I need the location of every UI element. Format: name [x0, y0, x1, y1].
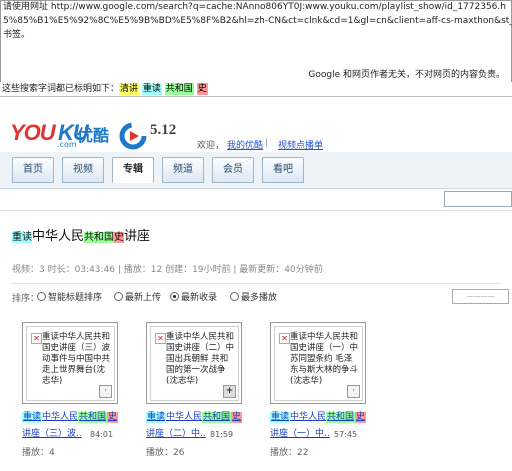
video-plays: 播放：26 — [146, 445, 184, 458]
radio-icon[interactable] — [230, 292, 239, 301]
search-term-highlight: 清讲 — [119, 83, 140, 95]
video-thumbnail[interactable]: ✕ 重读中华人民共和国史讲座（三）波动事件与中国中共走上世界舞台(沈志华) · — [22, 322, 118, 404]
plays-label: 播放： — [270, 448, 298, 458]
video-title-link[interactable]: 重读中华人民共和国史 — [22, 411, 119, 423]
video-duration: 57:45 — [334, 430, 358, 439]
broken-image-icon: ✕ — [155, 333, 166, 344]
tab-kanba[interactable]: 看吧 — [262, 157, 304, 183]
my-youku-link[interactable]: 我的优酷 — [227, 138, 263, 151]
title-text: 讲座（三）波.. — [22, 429, 82, 439]
title-highlight: 重读 — [146, 412, 167, 423]
view-select[interactable]: ———— — [452, 289, 509, 304]
sort-option-label: 智能标题排序 — [48, 293, 103, 303]
video-title-link-line2[interactable]: 讲座（一）中.. — [270, 428, 330, 440]
welcome-text: 欢迎， — [197, 141, 225, 151]
thumbnail-frame: ✕ 重读中华人民共和国史讲座（二）中国出兵朝鲜 共和国的第一次战争(沈志华) + — [150, 326, 239, 401]
video-title-link-line2[interactable]: 讲座（三）波.. — [22, 428, 82, 440]
search-term-highlight: 史 — [196, 83, 208, 95]
tab-channel[interactable]: 频道 — [162, 157, 204, 183]
sort-latest-added[interactable]: 最新收录 — [170, 290, 217, 303]
header-separator: | — [265, 138, 269, 148]
title-highlight: 共和国 — [202, 412, 232, 423]
plays-count: 22 — [297, 448, 309, 458]
youku-logo-you[interactable]: YOU — [10, 120, 56, 146]
add-to-playlist-icon[interactable]: + — [223, 385, 236, 398]
title-highlight: 共和国 — [78, 412, 108, 423]
video-thumbnail[interactable]: ✕ 重读中华人民共和国史讲座（二）中国出兵朝鲜 共和国的第一次战争(沈志华) + — [146, 322, 242, 404]
thumbnail-alt-text: 重读中华人民共和国史讲座（一）中苏同盟条约 毛泽东与斯大林的争斗(沈志华) — [290, 332, 359, 386]
divider — [12, 283, 500, 284]
youku-logo-domain: .com — [57, 140, 77, 149]
tab-home[interactable]: 首页 — [12, 157, 54, 183]
title-text: 中华人民 — [42, 412, 79, 422]
tab-playlist[interactable]: 专辑 — [112, 157, 154, 183]
thumbnail-frame: ✕ 重读中华人民共和国史讲座（三）波动事件与中国中共走上世界舞台(沈志华) · — [26, 326, 115, 401]
video-duration: 81:59 — [210, 430, 234, 439]
radio-checked-icon[interactable] — [170, 292, 179, 301]
radio-icon[interactable] — [114, 292, 123, 301]
sort-label: 排序： — [12, 294, 40, 304]
title-highlight: 史 — [107, 412, 119, 423]
thumbnail-corner-icon[interactable]: · — [347, 385, 360, 398]
video-plays: 播放：22 — [270, 445, 308, 458]
video-plays: 播放：4 — [22, 445, 55, 458]
cache-url-line[interactable]: 5%85%B1%E5%92%8C%E5%9B%BD%E5%8F%B2&hl=zh… — [3, 16, 512, 27]
title-highlight: 史 — [114, 232, 125, 243]
thumbnail-corner-icon[interactable]: · — [99, 385, 112, 398]
playlist-meta: 视频：3 时长：03:43:46 | 播放：12 创建：19小时前 | 最新更新… — [12, 265, 323, 275]
search-input[interactable] — [444, 191, 512, 207]
video-title-link[interactable]: 重读中华人民共和国史 — [146, 411, 243, 423]
title-highlight: 史 — [355, 412, 367, 423]
title-highlight: 共和国 — [84, 232, 115, 243]
title-text: 中华人民 — [166, 412, 203, 422]
title-highlight: 共和国 — [326, 412, 356, 423]
title-text: 讲座（二）中.. — [146, 429, 206, 439]
title-highlight: 重读 — [22, 412, 43, 423]
title-highlight: 重读 — [12, 232, 32, 243]
cache-disclaimer: Google 和网页作者无关，不对网页的内容负责。 — [308, 70, 505, 80]
broken-image-icon: ✕ — [279, 333, 290, 344]
thumbnail-alt-text: 重读中华人民共和国史讲座（二）中国出兵朝鲜 共和国的第一次战争(沈志华) — [166, 332, 235, 386]
search-term-highlight: 重读 — [141, 83, 162, 95]
plays-count: 26 — [173, 448, 185, 458]
sort-option-label: 最多播放 — [241, 293, 278, 303]
sort-smart-title[interactable]: 智能标题排序 — [37, 290, 102, 303]
broken-image-icon: ✕ — [31, 333, 42, 344]
youku-swirl-icon — [119, 122, 147, 150]
plays-label: 播放： — [146, 448, 174, 458]
cache-url-line[interactable]: 请使用网址 http://www.google.com/search?q=cac… — [3, 2, 506, 13]
tab-member[interactable]: 会员 — [212, 157, 254, 183]
sort-option-label: 最新收录 — [181, 293, 218, 303]
radio-icon[interactable] — [37, 292, 46, 301]
sort-latest-upload[interactable]: 最新上传 — [114, 290, 161, 303]
plays-label: 播放： — [22, 448, 50, 458]
title-highlight: 重读 — [270, 412, 291, 423]
video-title-link-line2[interactable]: 讲座（二）中.. — [146, 428, 206, 440]
search-term-highlight: 共和国 — [164, 83, 194, 95]
search-terms-note: 这些搜索字词都已标明如下：清讲 重读 共和国 史 — [2, 83, 208, 95]
youku-logo-chinese[interactable]: 优酷 — [77, 122, 109, 146]
search-terms-strip: 这些搜索字词都已标明如下：清讲 重读 共和国 史 — [0, 82, 512, 97]
cache-bookmark-note: 书签。 — [3, 30, 31, 40]
title-text: 讲座（一）中.. — [270, 429, 330, 439]
video-duration: 84:01 — [90, 430, 114, 439]
plays-count: 4 — [49, 448, 55, 458]
thumbnail-alt-text: 重读中华人民共和国史讲座（三）波动事件与中国中共走上世界舞台(沈志华) — [42, 332, 111, 386]
sort-most-played[interactable]: 最多播放 — [230, 290, 277, 303]
video-on-demand-link[interactable]: 视频点播单 — [278, 138, 323, 151]
divider — [0, 210, 512, 211]
title-highlight: 史 — [231, 412, 243, 423]
sort-option-label: 最新上传 — [125, 293, 162, 303]
event-date: 5.12 — [150, 122, 177, 138]
video-thumbnail[interactable]: ✕ 重读中华人民共和国史讲座（一）中苏同盟条约 毛泽东与斯大林的争斗(沈志华) … — [270, 322, 366, 404]
cache-banner: 请使用网址 http://www.google.com/search?q=cac… — [0, 0, 512, 84]
video-title-link[interactable]: 重读中华人民共和国史 — [270, 411, 367, 423]
playlist-title: 重读中华人民共和国史讲座 — [12, 229, 150, 246]
thumbnail-frame: ✕ 重读中华人民共和国史讲座（一）中苏同盟条约 毛泽东与斯大林的争斗(沈志华) … — [274, 326, 363, 401]
search-terms-label: 这些搜索字词都已标明如下： — [2, 84, 120, 94]
title-text: 讲座 — [124, 229, 151, 244]
title-text: 中华人民 — [32, 229, 85, 244]
title-text: 中华人民 — [290, 412, 327, 422]
tab-video[interactable]: 视频 — [62, 157, 104, 183]
